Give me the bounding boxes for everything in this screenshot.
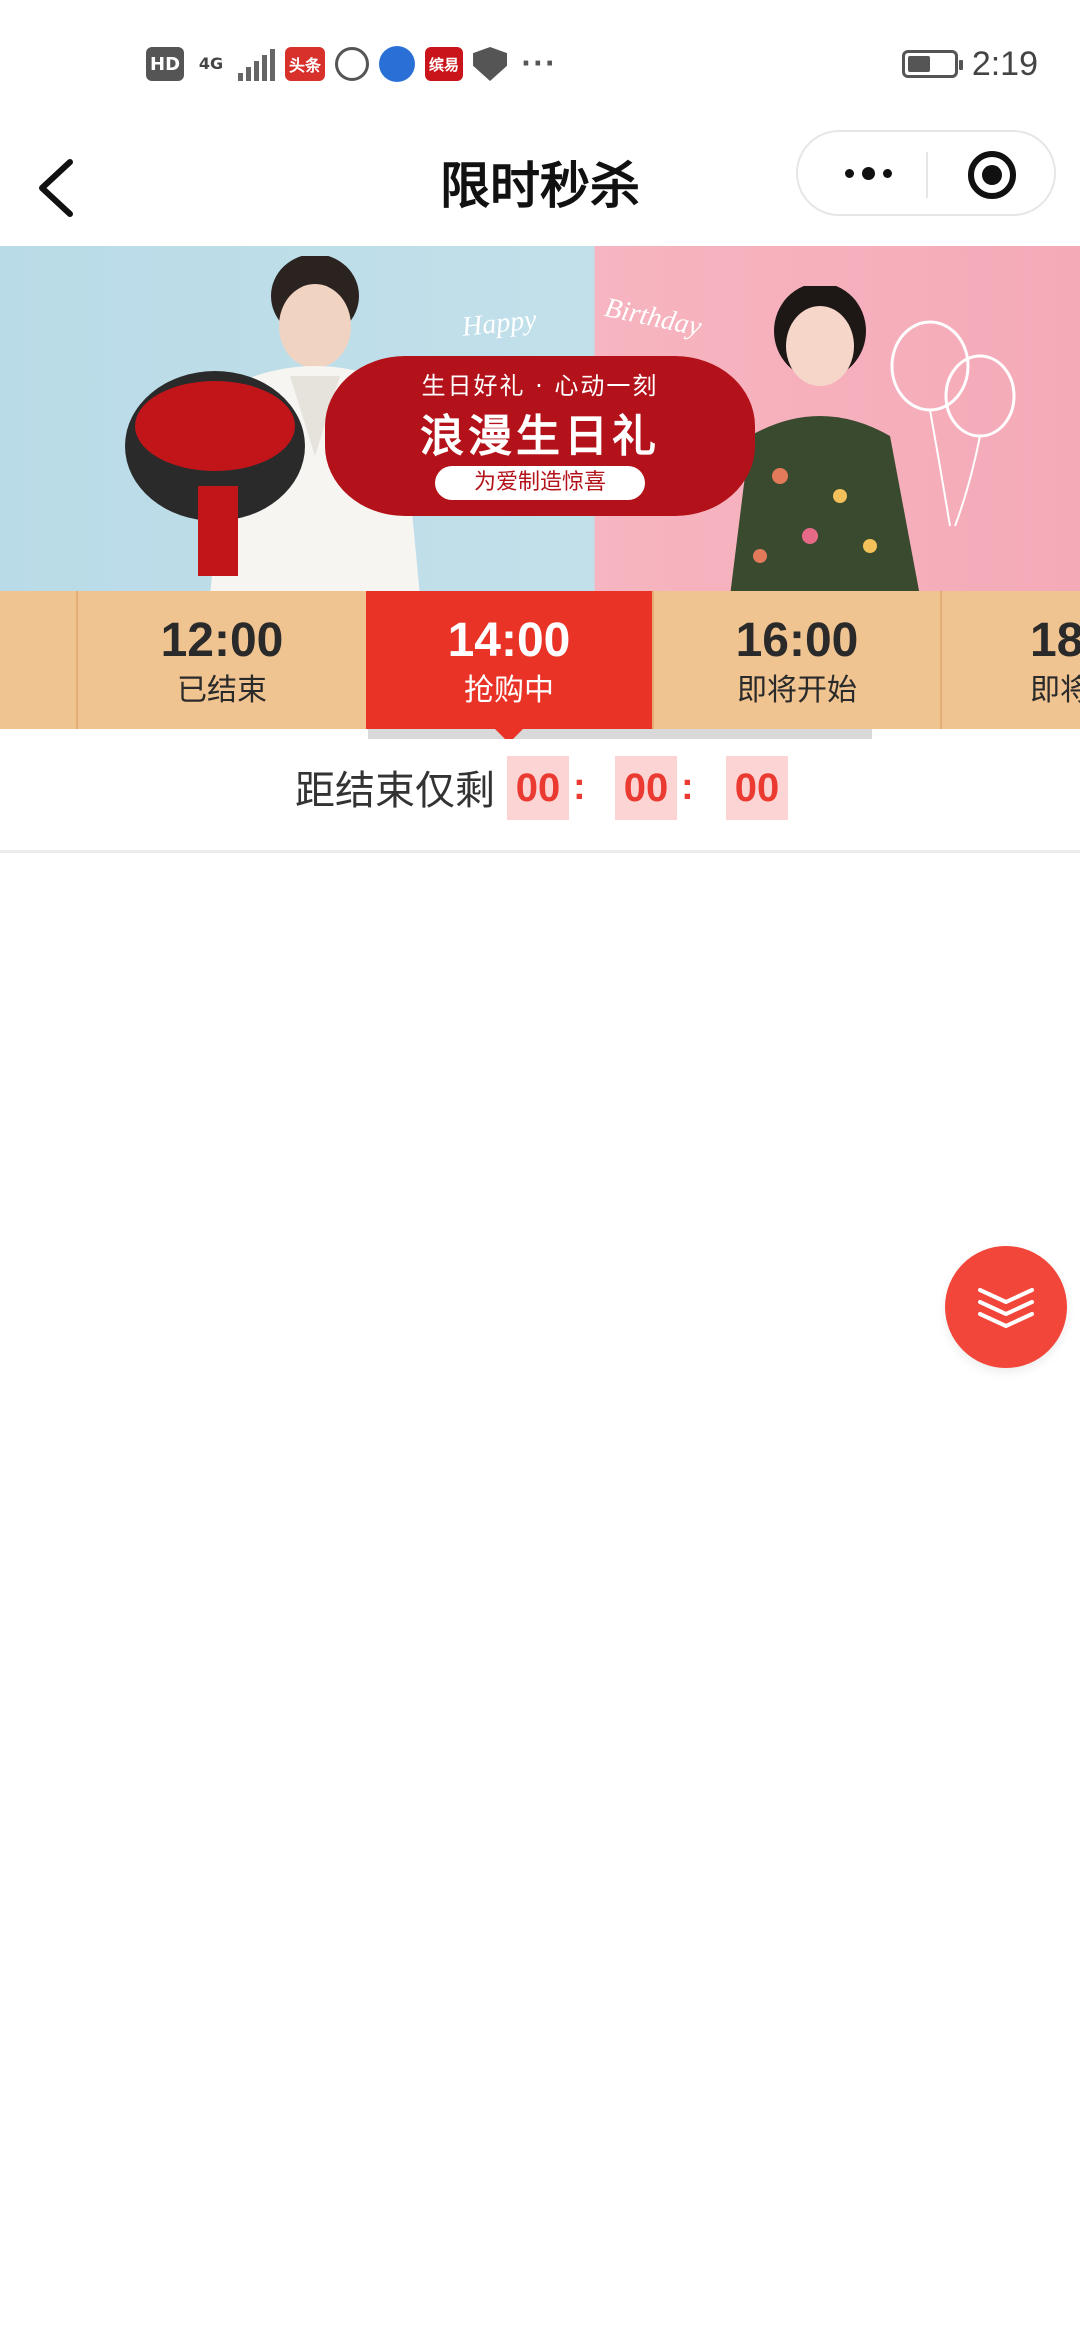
tab-status: 即将 xyxy=(1030,673,1080,708)
time-slot-tabs: 12:00 已结束 18 即将 16:00 即将开始 14:00 抢购中 xyxy=(0,591,1080,729)
banner-subtitle: 生日好礼 · 心动一刻 xyxy=(421,372,659,400)
tab-status: 已结束 xyxy=(177,673,267,708)
globe-icon xyxy=(335,47,370,81)
countdown-seconds: 00 xyxy=(726,756,788,820)
tab-time: 12:00 xyxy=(160,614,284,667)
toutiao-app-icon: 头条 xyxy=(285,47,326,81)
hd-icon: HD xyxy=(146,47,185,81)
app-blue-icon xyxy=(379,46,416,82)
banner-pill: 为爱制造惊喜 xyxy=(435,466,645,500)
status-bar: HD 4G 头条 缤易 ··· 2:19 xyxy=(0,0,1080,130)
capsule-divider xyxy=(926,152,928,198)
tab-14-00[interactable]: 14:00 抢购中 xyxy=(366,591,652,729)
tab-time: 14:00 xyxy=(447,614,571,667)
tab-time: 16:00 xyxy=(735,614,859,667)
balloon-doodle-icon xyxy=(890,320,1016,527)
countdown-bar: 距结束仅剩 00 : 00 : 00 xyxy=(0,739,1080,853)
tab-12-00[interactable]: 12:00 已结束 xyxy=(76,591,366,729)
active-tab-indicator-track xyxy=(368,729,872,739)
tab-status: 抢购中 xyxy=(464,673,554,708)
clock: 2:19 xyxy=(971,44,1038,83)
shield-icon xyxy=(473,47,508,81)
network-type-icon: 4G xyxy=(198,54,224,73)
scroll-layers-button[interactable] xyxy=(945,1246,1067,1368)
mini-program-capsule xyxy=(796,130,1056,216)
close-mini-program-icon[interactable] xyxy=(968,151,1016,199)
tab-18-00[interactable]: 18 即将 xyxy=(940,591,1080,729)
banner-headline: 浪漫生日礼 xyxy=(420,411,660,462)
countdown-separator: : xyxy=(573,766,586,808)
status-icons: HD 4G 头条 缤易 ··· xyxy=(146,44,561,84)
banner-birthday-text: Birthday xyxy=(601,292,705,343)
battery-icon xyxy=(901,50,963,78)
tab-status: 即将开始 xyxy=(737,673,857,708)
countdown-hours: 00 xyxy=(507,756,569,820)
tab-time: 18 xyxy=(1030,614,1080,667)
banner-happy-text: Happy xyxy=(460,304,539,343)
countdown-separator: : xyxy=(681,766,694,808)
countdown-minutes: 00 xyxy=(615,756,677,820)
layers-chevron-icon xyxy=(978,1288,1034,1328)
nav-bar: 限时秒杀 xyxy=(0,130,1080,246)
promo-banner[interactable]: Happy Birthday 生日好礼 · 心动一刻 浪漫生日礼 为爱制造惊喜 xyxy=(0,246,1080,591)
tab-16-00[interactable]: 16:00 即将开始 xyxy=(652,591,940,729)
banner-title-badge: 生日好礼 · 心动一刻 浪漫生日礼 为爱制造惊喜 xyxy=(325,356,755,516)
signal-icon xyxy=(238,47,276,81)
more-menu-button[interactable] xyxy=(818,132,918,214)
countdown-label: 距结束仅剩 xyxy=(295,768,495,814)
status-right: 2:19 xyxy=(901,44,1038,84)
more-dots-icon: ··· xyxy=(521,49,557,79)
app-red-icon: 缤易 xyxy=(425,47,464,81)
